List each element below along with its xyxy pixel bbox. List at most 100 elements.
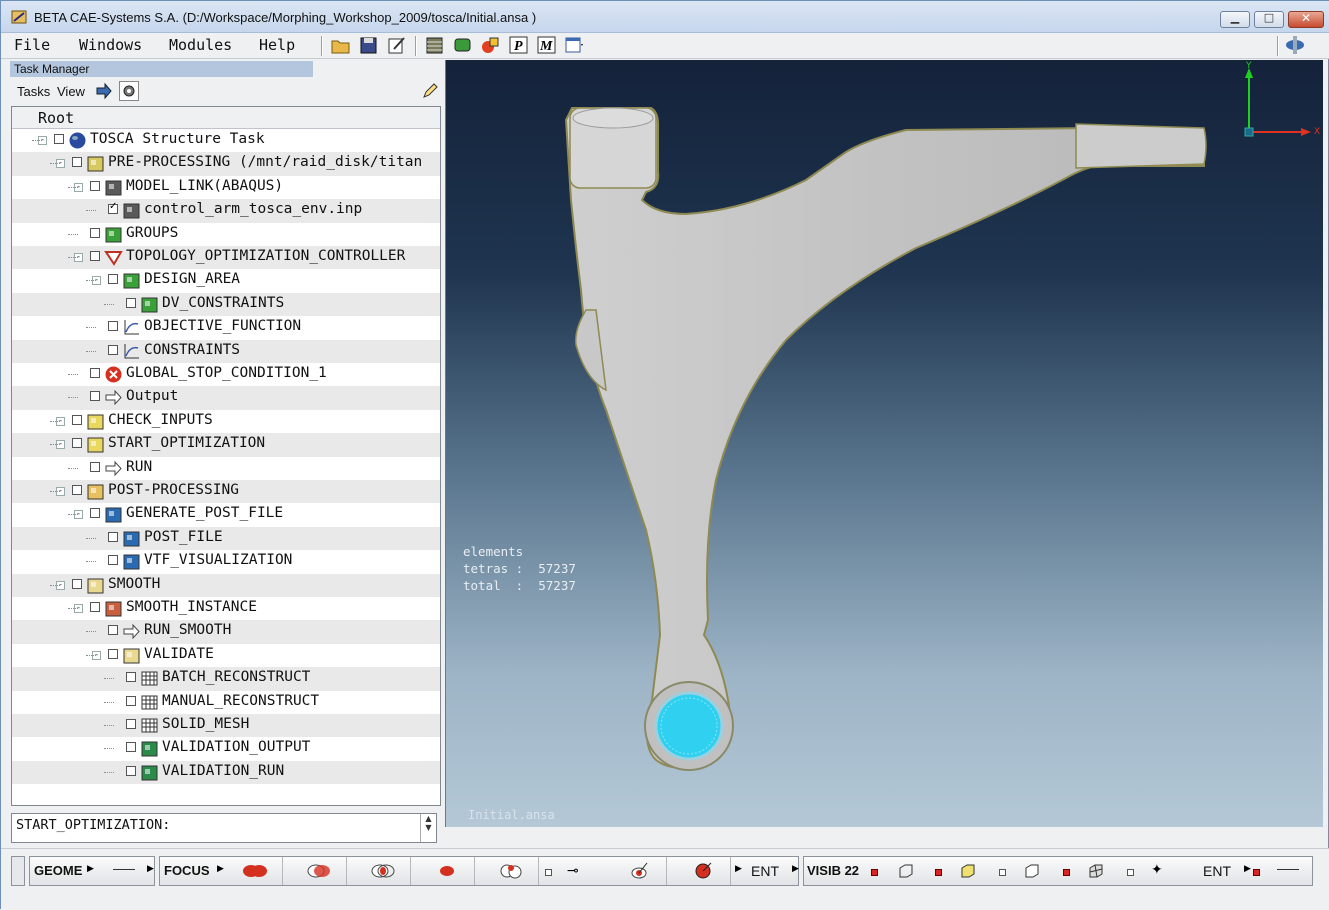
tree-checkbox[interactable]	[72, 414, 82, 425]
tree-checkbox[interactable]	[108, 344, 118, 355]
deck-button[interactable]	[423, 34, 446, 56]
tree-row[interactable]: - GENERATE_POST_FILE	[12, 503, 440, 526]
key-icon[interactable]: ⊸	[567, 863, 579, 879]
option-checkbox[interactable]	[1127, 869, 1134, 876]
menu-windows[interactable]: Windows	[76, 35, 145, 55]
tree-checkbox[interactable]	[90, 461, 100, 472]
tree-checkbox[interactable]	[90, 391, 100, 402]
tree-checkbox[interactable]	[72, 157, 82, 168]
tree-checkbox[interactable]	[90, 251, 100, 261]
graphics-viewport[interactable]: Y X elements tetras : 57237 total : 5723…	[445, 60, 1323, 827]
option-checkbox[interactable]	[1253, 869, 1260, 876]
view-menu[interactable]: View	[57, 84, 85, 99]
m-script-button[interactable]: M	[535, 34, 558, 56]
focus-single-button[interactable]	[419, 857, 475, 885]
tree-row[interactable]: Output	[12, 386, 440, 410]
close-button[interactable]: ✕	[1288, 11, 1324, 28]
tree-checkbox[interactable]	[108, 555, 118, 566]
measure-icon[interactable]	[1277, 869, 1299, 870]
tree-row[interactable]: - TOSCA Structure Task	[12, 129, 440, 152]
option-checkbox[interactable]	[545, 869, 552, 876]
focus-intersect-button[interactable]	[355, 857, 411, 885]
outline-box-icon[interactable]	[1023, 863, 1041, 883]
menu-modules[interactable]: Modules	[166, 35, 235, 55]
option-checkbox[interactable]	[999, 869, 1006, 876]
menu-file[interactable]: File	[11, 35, 53, 55]
tree-row[interactable]: - DESIGN_AREA	[12, 269, 440, 292]
display-button[interactable]	[451, 34, 474, 56]
tree-checkbox[interactable]	[126, 297, 136, 308]
tree-checkbox[interactable]	[108, 201, 118, 215]
option-checkbox[interactable]	[1063, 869, 1070, 876]
tree-checkbox[interactable]	[108, 274, 118, 285]
window-layout-button[interactable]	[563, 34, 586, 56]
focus-label[interactable]: FOCUS	[164, 863, 210, 878]
tree-row[interactable]: RUN_SMOOTH	[12, 620, 440, 644]
tree-checkbox[interactable]	[126, 765, 136, 776]
tree-row[interactable]: SOLID_MESH	[12, 714, 440, 738]
wire-box-icon[interactable]	[897, 863, 915, 883]
tree-checkbox[interactable]	[90, 602, 100, 612]
settings-gear-icon[interactable]	[119, 81, 139, 101]
tree-checkbox[interactable]	[108, 625, 118, 636]
tree-checkbox[interactable]	[126, 672, 136, 683]
tree-row[interactable]: - PRE-PROCESSING (/mnt/raid_disk/titan	[12, 152, 440, 176]
tree-checkbox[interactable]	[126, 695, 136, 706]
tree-checkbox[interactable]	[126, 742, 136, 753]
tree-row[interactable]: VALIDATION_OUTPUT	[12, 737, 440, 760]
tree-row[interactable]: - CHECK_INPUTS	[12, 410, 440, 433]
open-button[interactable]	[329, 34, 352, 56]
toolbar-grip[interactable]	[11, 856, 25, 886]
focus-all-button[interactable]	[675, 857, 731, 885]
tree-row[interactable]: - SMOOTH_INSTANCE	[12, 597, 440, 620]
tree-row[interactable]: OBJECTIVE_FUNCTION	[12, 316, 440, 339]
tree-checkbox[interactable]	[72, 485, 82, 495]
command-spinner[interactable]: ▲ ▼	[420, 814, 436, 842]
tree-row[interactable]: VTF_VISUALIZATION	[12, 550, 440, 573]
visibility-label[interactable]: VISIB 22	[807, 863, 859, 878]
command-input[interactable]: START_OPTIMIZATION: ▲ ▼	[11, 813, 437, 843]
option-checkbox[interactable]	[871, 869, 878, 876]
visibility-ent-label[interactable]: ENT	[1203, 863, 1231, 879]
tree-row[interactable]: DV_CONSTRAINTS	[12, 292, 440, 317]
option-checkbox[interactable]	[935, 869, 942, 876]
tree-checkbox[interactable]	[108, 531, 118, 542]
tree-checkbox[interactable]	[90, 508, 100, 519]
mesh-box-icon[interactable]	[1087, 863, 1105, 883]
view-orientation-button[interactable]	[1284, 34, 1312, 56]
node-point-icon[interactable]: ✦	[1151, 862, 1163, 878]
maximize-button[interactable]: □	[1254, 11, 1284, 28]
tree-checkbox[interactable]	[72, 578, 82, 589]
tree-row[interactable]: - TOPOLOGY_OPTIMIZATION_CONTROLLER	[12, 246, 440, 270]
focus-pick-button[interactable]	[611, 857, 667, 885]
focus-neighbour-button[interactable]	[483, 857, 539, 885]
p-script-button[interactable]: P	[507, 34, 530, 56]
tree-row[interactable]: - MODEL_LINK(ABAQUS)	[12, 176, 440, 199]
geometry-label[interactable]: GEOME	[34, 863, 82, 878]
tree-checkbox[interactable]	[90, 368, 100, 378]
tree-checkbox[interactable]	[72, 438, 82, 449]
tree-row[interactable]: - START_OPTIMIZATION	[12, 433, 440, 457]
tree-checkbox[interactable]	[90, 180, 100, 191]
tree-row[interactable]: BATCH_RECONSTRUCT	[12, 667, 440, 691]
tree-row[interactable]: control_arm_tosca_env.inp	[12, 199, 440, 223]
tree-row[interactable]: - VALIDATE	[12, 644, 440, 667]
measure-icon[interactable]	[113, 869, 135, 870]
tree-checkbox[interactable]	[108, 321, 118, 332]
tree-row[interactable]: - SMOOTH	[12, 573, 440, 597]
tree-row[interactable]: GLOBAL_STOP_CONDITION_1	[12, 363, 440, 386]
focus-and-button[interactable]	[291, 857, 347, 885]
tree-row[interactable]: POST_FILE	[12, 526, 440, 551]
tree-row[interactable]: RUN	[12, 457, 440, 480]
arrow-right-icon[interactable]	[95, 82, 113, 104]
tree-row[interactable]: VALIDATION_RUN	[12, 760, 440, 785]
focus-show-button[interactable]	[227, 857, 283, 885]
edit-pencil-icon[interactable]	[421, 82, 439, 104]
tree-row[interactable]: MANUAL_RECONSTRUCT	[12, 691, 440, 714]
shaded-box-icon[interactable]	[959, 863, 977, 883]
save-as-button[interactable]	[385, 34, 408, 56]
minimize-button[interactable]: ▁	[1220, 11, 1250, 28]
tree-checkbox[interactable]	[90, 227, 100, 238]
focus-ent-label[interactable]: ENT	[751, 863, 779, 879]
tree-checkbox[interactable]	[108, 648, 118, 659]
